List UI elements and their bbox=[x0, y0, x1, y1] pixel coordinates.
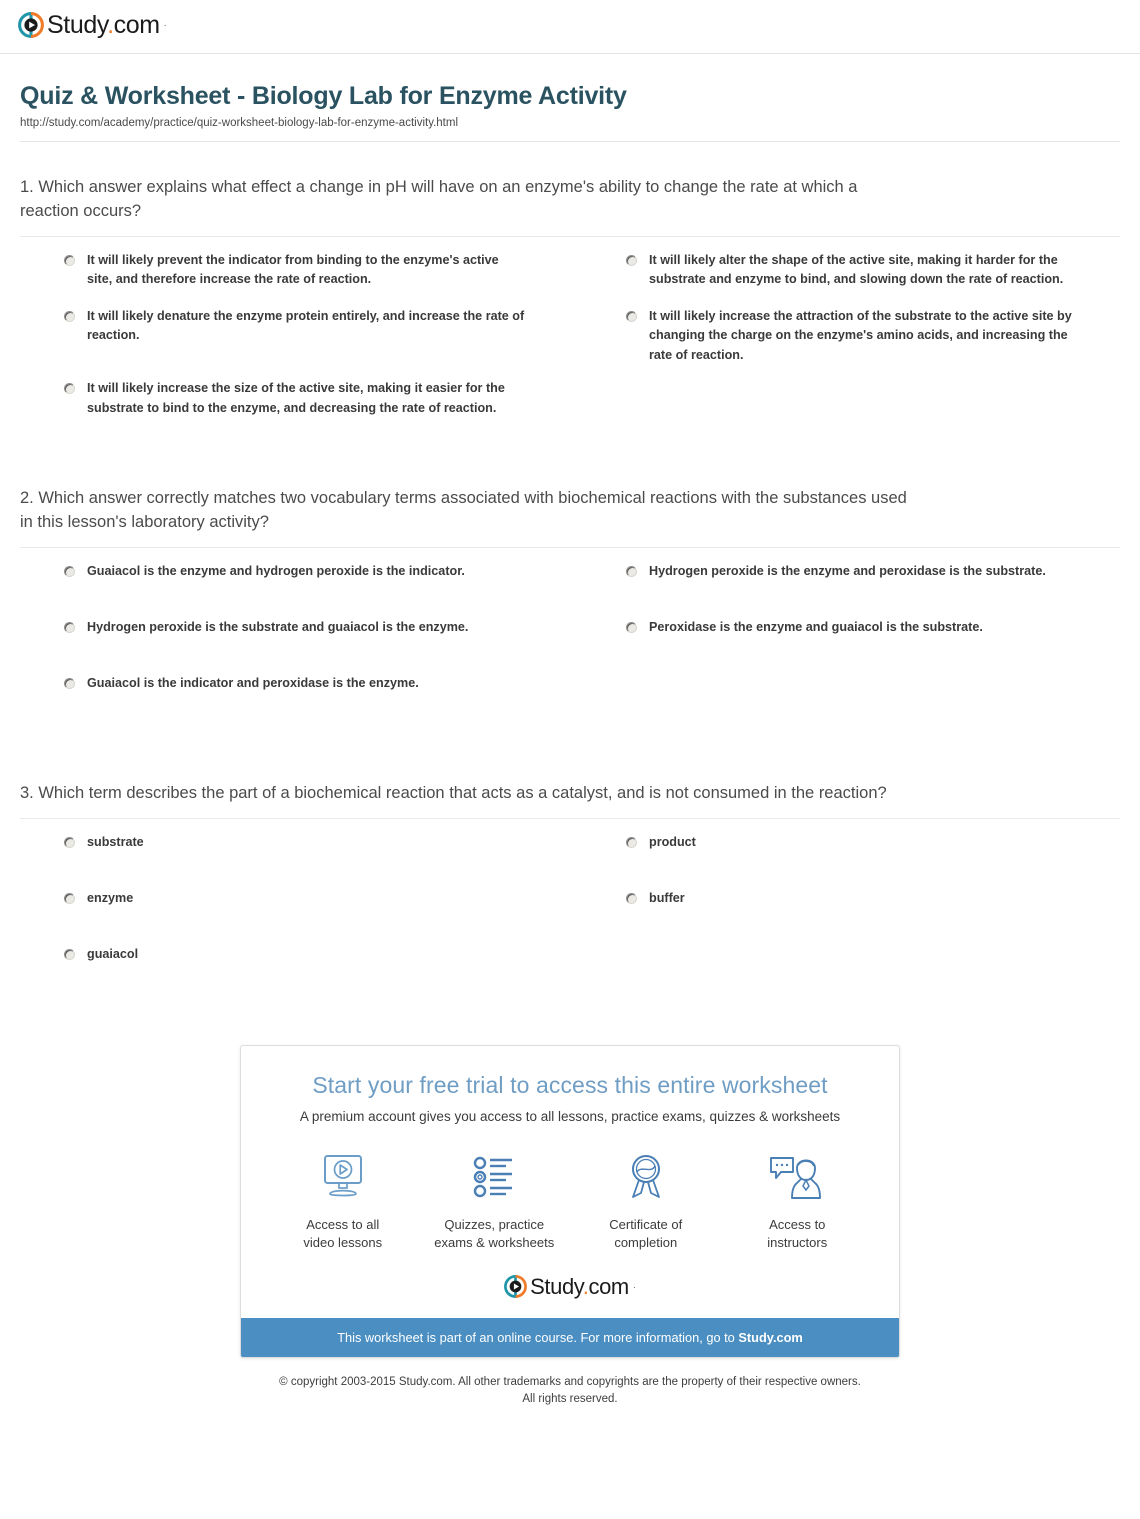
perk-label: Quizzes, practice exams & worksheets bbox=[434, 1217, 555, 1250]
promo-logo-row: Study.com · bbox=[241, 1265, 899, 1318]
option-label: buffer bbox=[649, 891, 685, 906]
perk-item: Access to instructors bbox=[722, 1148, 874, 1251]
perk-item: Access to all video lessons bbox=[267, 1148, 419, 1251]
option-label: It will likely prevent the indicator fro… bbox=[87, 252, 499, 287]
option-row[interactable]: Hydrogen peroxide is the enzyme and pero… bbox=[582, 548, 1120, 604]
option-row[interactable]: It will likely increase the size of the … bbox=[20, 365, 558, 421]
option-row[interactable]: Hydrogen peroxide is the substrate and g… bbox=[20, 604, 558, 660]
option-row[interactable]: product bbox=[582, 819, 1120, 875]
option-label: It will likely alter the shape of the ac… bbox=[649, 252, 1064, 287]
option-label: Guaiacol is the indicator and peroxidase… bbox=[87, 676, 419, 691]
study-com-logo[interactable]: Study.com · bbox=[18, 12, 167, 38]
perk-item: Quizzes, practice exams & worksheets bbox=[419, 1148, 571, 1251]
option-row[interactable]: It will likely alter the shape of the ac… bbox=[582, 237, 1120, 293]
option-list: Guaiacol is the enzyme and hydrogen pero… bbox=[20, 548, 1120, 716]
radio-button-icon[interactable] bbox=[64, 678, 75, 690]
quiz-body: 1. Which answer explains what effect a c… bbox=[0, 176, 1140, 987]
radio-button-icon[interactable] bbox=[626, 622, 637, 634]
radio-button-icon[interactable] bbox=[64, 893, 75, 905]
checklist-icon bbox=[419, 1148, 571, 1206]
option-label: guaiacol bbox=[87, 947, 139, 962]
logo-word-study: Study bbox=[530, 1273, 583, 1299]
option-label: enzyme bbox=[87, 891, 134, 906]
option-row[interactable]: guaiacol bbox=[20, 931, 558, 987]
option-label: Guaiacol is the enzyme and hydrogen pero… bbox=[87, 564, 465, 579]
option-row[interactable]: It will likely increase the attraction o… bbox=[582, 293, 1120, 366]
option-list: It will likely prevent the indicator fro… bbox=[20, 237, 1120, 422]
option-row[interactable]: It will likely denature the enzyme prote… bbox=[20, 293, 558, 366]
radio-button-icon[interactable] bbox=[626, 310, 637, 322]
course-info-text: This worksheet is part of an online cour… bbox=[337, 1330, 739, 1346]
option-label: It will likely increase the attraction o… bbox=[649, 308, 1072, 362]
title-divider bbox=[20, 141, 1120, 142]
option-label: Hydrogen peroxide is the substrate and g… bbox=[87, 620, 469, 635]
copyright-notice: © copyright 2003-2015 Study.com. All oth… bbox=[279, 1376, 861, 1405]
perk-label: Certificate of completion bbox=[609, 1217, 683, 1250]
question-3: 3. Which term describes the part of a bi… bbox=[20, 782, 1120, 987]
logo-word-com: com bbox=[588, 1273, 629, 1299]
page-title: Quiz & Worksheet - Biology Lab for Enzym… bbox=[20, 82, 627, 110]
play-circle-icon bbox=[504, 1275, 528, 1299]
option-label: Hydrogen peroxide is the enzyme and pero… bbox=[649, 564, 1046, 579]
option-row[interactable]: Peroxidase is the enzyme and guaiacol is… bbox=[582, 604, 1120, 660]
award-ribbon-icon bbox=[570, 1148, 722, 1206]
question-2: 2. Which answer correctly matches two vo… bbox=[20, 487, 1120, 716]
promo-title: Start your free trial to access this ent… bbox=[312, 1072, 828, 1099]
instructor-chat-icon bbox=[722, 1148, 874, 1206]
radio-button-icon[interactable] bbox=[626, 893, 637, 905]
logo-word-com: com bbox=[113, 10, 160, 39]
option-row[interactable]: Guaiacol is the enzyme and hydrogen pero… bbox=[20, 548, 558, 604]
trademark-mark: · bbox=[632, 1281, 636, 1292]
option-label: Peroxidase is the enzyme and guaiacol is… bbox=[649, 620, 983, 635]
radio-button-icon[interactable] bbox=[626, 566, 637, 578]
option-label: product bbox=[649, 835, 696, 850]
perk-item: Certificate of completion bbox=[570, 1148, 722, 1251]
radio-button-icon[interactable] bbox=[64, 837, 75, 849]
radio-button-icon[interactable] bbox=[64, 622, 75, 634]
study-com-logo-footer[interactable]: Study.com · bbox=[504, 1273, 636, 1299]
radio-button-icon[interactable] bbox=[64, 566, 75, 578]
option-row[interactable]: buffer bbox=[582, 875, 1120, 931]
question-text: 3. Which term describes the part of a bi… bbox=[20, 784, 887, 803]
logo-wordmark: Study.com bbox=[530, 1273, 629, 1299]
radio-button-icon[interactable] bbox=[64, 310, 75, 322]
option-row[interactable]: Guaiacol is the indicator and peroxidase… bbox=[20, 660, 558, 716]
option-label: It will likely denature the enzyme prote… bbox=[87, 308, 525, 343]
radio-button-icon[interactable] bbox=[626, 837, 637, 849]
radio-button-icon[interactable] bbox=[64, 254, 75, 266]
option-list: substrate product enzyme buffer guaiacol bbox=[20, 819, 1120, 987]
page-url: http://study.com/academy/practice/quiz-w… bbox=[20, 117, 459, 129]
option-label: substrate bbox=[87, 835, 144, 850]
logo-wordmark: Study.com bbox=[47, 10, 160, 39]
promo-header: Start your free trial to access this ent… bbox=[241, 1046, 899, 1124]
logo-word-study: Study bbox=[47, 10, 108, 39]
worksheet-title-block: Quiz & Worksheet - Biology Lab for Enzym… bbox=[0, 54, 1140, 142]
perk-list: Access to all video lessons Quizzes, pra… bbox=[241, 1124, 899, 1265]
question-1: 1. Which answer explains what effect a c… bbox=[20, 176, 1120, 421]
course-info-bar: This worksheet is part of an online cour… bbox=[241, 1318, 899, 1358]
perk-label: Access to all video lessons bbox=[303, 1217, 383, 1250]
course-info-link[interactable]: Study.com bbox=[738, 1330, 802, 1345]
site-header: Study.com · bbox=[0, 0, 1140, 54]
free-trial-card: Start your free trial to access this ent… bbox=[240, 1045, 900, 1359]
trademark-mark: · bbox=[163, 20, 167, 30]
promo-subtitle: A premium account gives you access to al… bbox=[299, 1109, 841, 1125]
radio-button-icon[interactable] bbox=[626, 254, 637, 266]
monitor-play-icon bbox=[267, 1148, 419, 1206]
option-row[interactable]: It will likely prevent the indicator fro… bbox=[20, 237, 558, 293]
radio-button-icon[interactable] bbox=[64, 949, 75, 961]
perk-label: Access to instructors bbox=[767, 1217, 828, 1250]
promo-section: Start your free trial to access this ent… bbox=[0, 1045, 1140, 1359]
question-text: 2. Which answer correctly matches two vo… bbox=[20, 489, 907, 532]
question-text: 1. Which answer explains what effect a c… bbox=[20, 178, 858, 220]
option-row[interactable]: enzyme bbox=[20, 875, 558, 931]
play-circle-icon bbox=[18, 12, 44, 38]
option-row[interactable]: substrate bbox=[20, 819, 558, 875]
radio-button-icon[interactable] bbox=[64, 383, 75, 395]
option-label: It will likely increase the size of the … bbox=[87, 381, 505, 415]
